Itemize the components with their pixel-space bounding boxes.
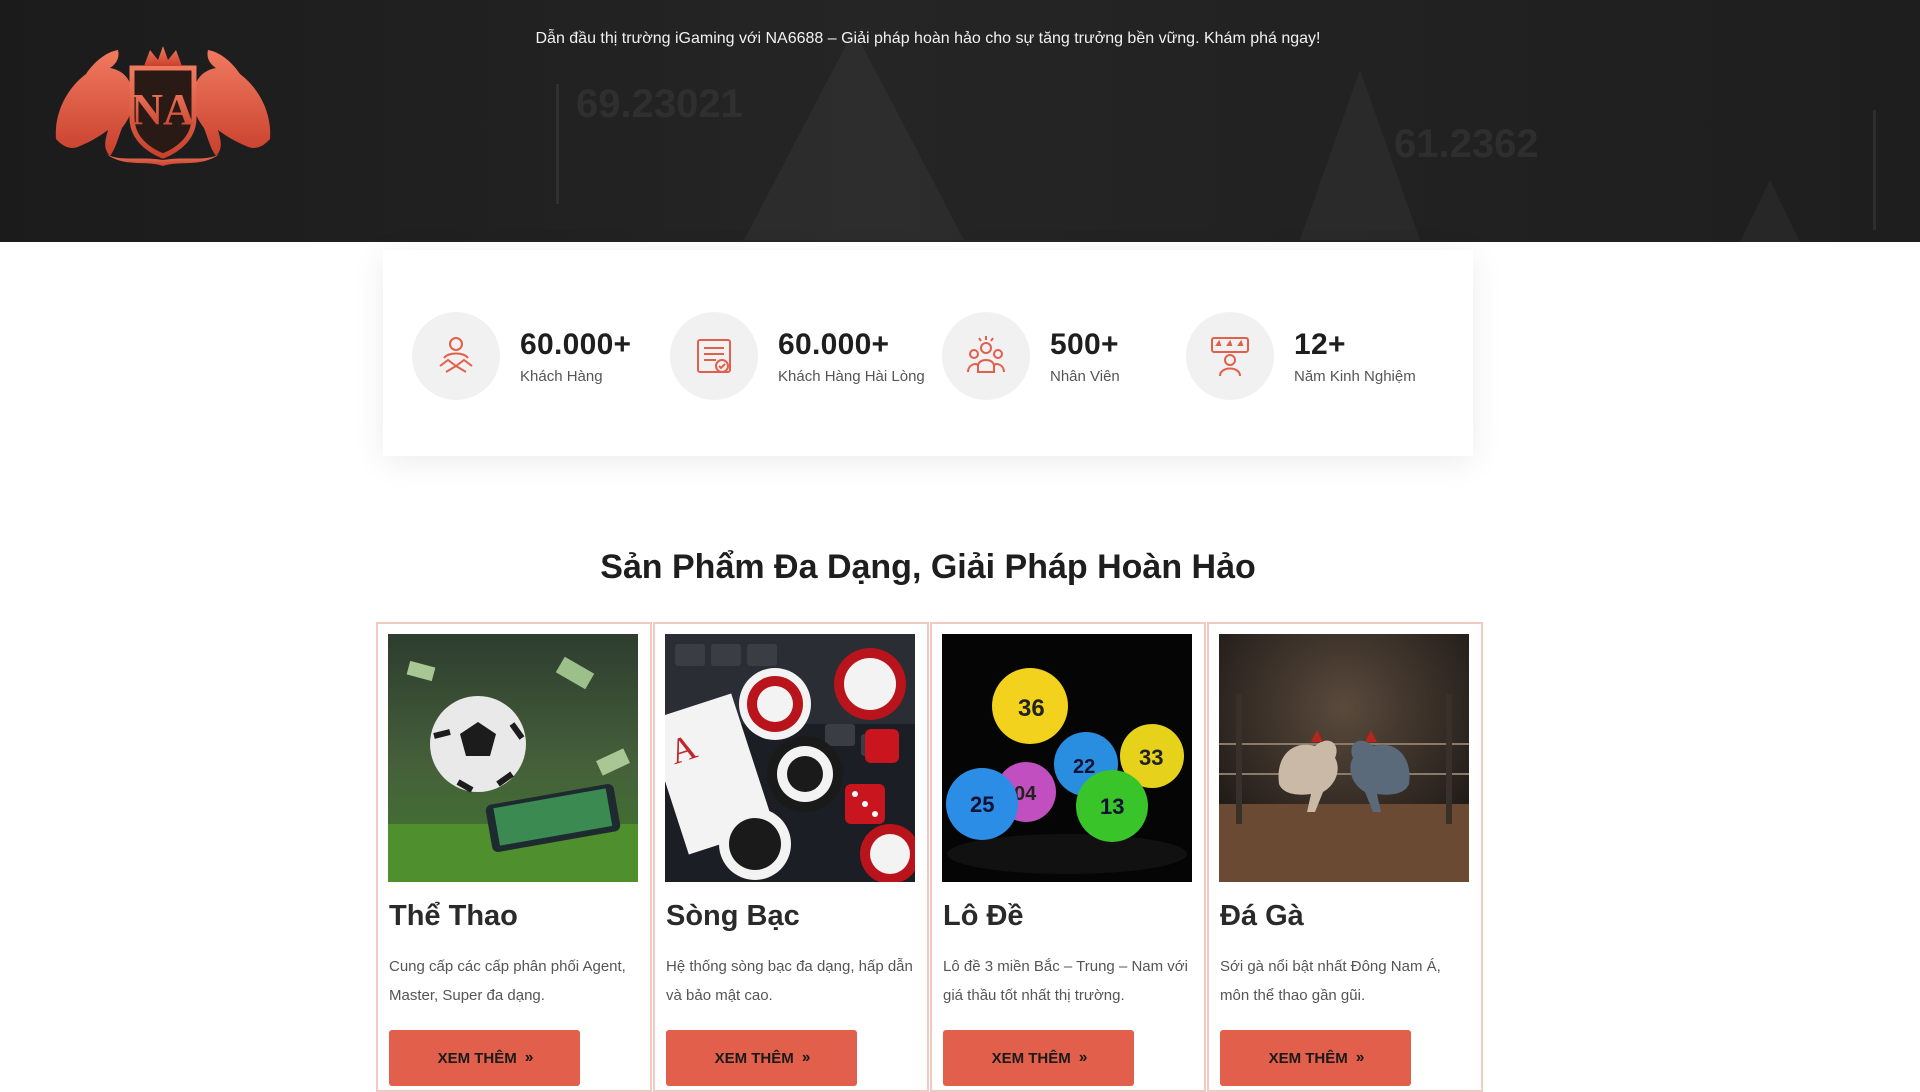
stat-experience: 12+ Năm Kinh Nghiệm [1186, 311, 1416, 401]
svg-text:36: 36 [1018, 695, 1045, 722]
bg-triangle [1740, 180, 1800, 242]
see-more-button[interactable]: XEM THÊM ›› [1220, 1030, 1411, 1086]
double-chevron-right-icon: ›› [1355, 1049, 1365, 1066]
product-card-cockfight: Đá Gà Sới gà nổi bật nhất Đông Nam Á, mô… [1207, 622, 1483, 1092]
checklist-icon [670, 312, 758, 400]
double-chevron-right-icon: ›› [1078, 1049, 1088, 1066]
product-card-lottery: 36 33 22 04 25 13 Lô Đề Lô đề 3 miền Bắc… [930, 622, 1206, 1092]
stats-panel: 60.000+ Khách Hàng 60.000+ Khách Hàng Hà… [383, 250, 1473, 456]
svg-text:33: 33 [1139, 745, 1163, 770]
product-title: Đá Gà [1220, 900, 1304, 932]
bg-arrow-line [556, 84, 559, 204]
bg-triangle [1300, 70, 1420, 240]
stat-value: 60.000+ [778, 327, 890, 361]
bg-arrow-line [1873, 110, 1876, 230]
button-label: XEM THÊM [1268, 1049, 1348, 1067]
products-section-title: Sản Phẩm Đa Dạng, Giải Pháp Hoàn Hảo [600, 548, 1256, 586]
product-card-casino: A Sòng Bạc Hệ thống sòng bạc đa dạng, hấ… [653, 622, 929, 1092]
button-label: XEM THÊM [991, 1049, 1071, 1067]
team-icon [942, 312, 1030, 400]
stat-value: 12+ [1294, 327, 1346, 361]
stat-satisfied-customers: 60.000+ Khách Hàng Hài Lòng [670, 311, 925, 401]
stat-value: 60.000+ [520, 327, 632, 361]
rating-person-icon [1186, 312, 1274, 400]
stat-label: Khách Hàng [520, 367, 603, 385]
product-description: Sới gà nổi bật nhất Đông Nam Á, môn thể … [1220, 958, 1441, 1004]
logo-monogram: NA [131, 85, 195, 134]
bg-triangle [744, 30, 964, 240]
brand-logo[interactable]: NA [46, 44, 280, 168]
see-more-button[interactable]: XEM THÊM ›› [389, 1030, 580, 1086]
product-description: Lô đề 3 miền Bắc – Trung – Nam với giá t… [943, 958, 1188, 1004]
product-card-sports: Thể Thao Cung cấp các cấp phân phối Agen… [376, 622, 652, 1092]
stat-value: 500+ [1050, 327, 1119, 361]
hero-banner: 69.23021 61.2362 Dẫn đầu thị trường iGam… [0, 0, 1920, 242]
product-description: Hệ thống sòng bạc đa dạng, hấp dẫn và bả… [666, 958, 913, 1004]
button-label: XEM THÊM [714, 1049, 794, 1067]
stat-label: Nhân Viên [1050, 367, 1120, 385]
product-title: Lô Đề [943, 900, 1024, 932]
stat-label: Năm Kinh Nghiệm [1294, 367, 1416, 385]
double-chevron-right-icon: ›› [801, 1049, 811, 1066]
handshake-icon [412, 312, 500, 400]
football-image [388, 634, 638, 882]
see-more-button[interactable]: XEM THÊM ›› [666, 1030, 857, 1086]
svg-text:13: 13 [1100, 794, 1124, 819]
product-description: Cung cấp các cấp phân phối Agent, Master… [389, 958, 626, 1004]
stat-employees: 500+ Nhân Viên [942, 311, 1120, 401]
stat-customers: 60.000+ Khách Hàng [412, 311, 631, 401]
svg-text:25: 25 [970, 792, 994, 817]
double-chevron-right-icon: ›› [524, 1049, 534, 1066]
bg-value: 69.23021 [576, 82, 743, 126]
cockfight-image [1219, 634, 1469, 882]
product-title: Thể Thao [389, 900, 518, 932]
stat-label: Khách Hàng Hài Lòng [778, 367, 925, 385]
svg-text:22: 22 [1073, 756, 1095, 778]
see-more-button[interactable]: XEM THÊM ›› [943, 1030, 1134, 1086]
product-title: Sòng Bạc [666, 900, 800, 932]
casino-chips-image: A [665, 634, 915, 882]
lottery-balls-image: 36 33 22 04 25 13 [942, 634, 1192, 882]
button-label: XEM THÊM [437, 1049, 517, 1067]
